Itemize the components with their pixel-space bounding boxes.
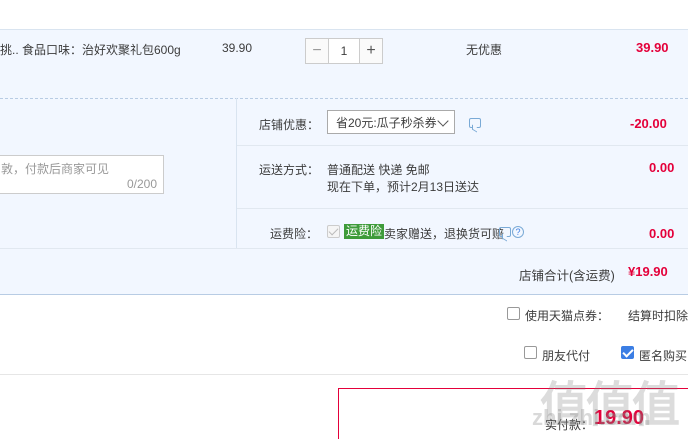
insurance-text: 卖家赠送，退换货可赔 xyxy=(384,227,505,241)
item-discount: 无优惠 xyxy=(466,43,503,57)
shipping-label: 运送方式： xyxy=(259,163,320,177)
watermark-site: zhi.zhi.com xyxy=(532,405,651,430)
coupon-select[interactable]: 省20元:瓜子秒杀券 xyxy=(327,110,455,134)
coupon-selected-value: 省20元:瓜子秒杀券 xyxy=(336,115,437,130)
tmall-points-note: 结算时扣除 xyxy=(628,309,688,323)
insurance-fee: 0.00 xyxy=(649,226,675,241)
friend-pay-checkbox[interactable] xyxy=(524,346,537,359)
item-unit-price: 39.90 xyxy=(222,41,253,55)
buyer-message-placeholder: 敦，付款后商家可见 xyxy=(1,162,110,176)
quantity-stepper[interactable]: − 1 + xyxy=(305,38,383,64)
plus-icon[interactable]: + xyxy=(359,38,383,64)
insurance-badge: 运费险 xyxy=(344,224,385,239)
divider xyxy=(237,145,688,146)
minus-icon[interactable]: − xyxy=(305,38,329,64)
shop-total-value: ¥19.90 xyxy=(628,264,668,279)
shipping-method: 普通配送 快递 免邮 xyxy=(327,163,430,177)
divider xyxy=(236,98,237,248)
coupon-amount: -20.00 xyxy=(630,116,667,131)
message-icon[interactable] xyxy=(469,118,481,128)
friend-pay-label: 朋友代付 xyxy=(542,349,591,363)
quantity-input[interactable]: 1 xyxy=(329,38,359,64)
tmall-points-checkbox[interactable] xyxy=(507,307,520,320)
tmall-points-label: 使用天猫点券： xyxy=(525,309,610,323)
shipping-eta: 现在下单，预计2月13日送达 xyxy=(327,180,480,194)
help-icon[interactable]: ? xyxy=(512,226,524,238)
coupon-label: 店铺优惠： xyxy=(259,118,320,132)
anonymous-label: 匿名购买 xyxy=(639,349,688,363)
buyer-message-input[interactable]: 敦，付款后商家可见 0/200 xyxy=(0,155,164,194)
item-title-fragment[interactable]: 挑.. xyxy=(0,41,19,58)
divider xyxy=(237,208,688,209)
message-icon[interactable] xyxy=(499,227,511,237)
shop-total-label: 店铺合计(含运费) xyxy=(519,269,615,283)
anonymous-checkbox[interactable] xyxy=(621,346,634,359)
insurance-label: 运费险： xyxy=(270,227,319,241)
insurance-checkbox[interactable] xyxy=(327,225,340,238)
item-subtotal: 39.90 xyxy=(636,40,669,55)
chevron-down-icon xyxy=(437,115,449,127)
buyer-message-counter: 0/200 xyxy=(126,177,157,191)
item-flavor: 食品口味：治好欢聚礼包600g xyxy=(22,43,181,57)
shipping-fee: 0.00 xyxy=(649,160,675,175)
